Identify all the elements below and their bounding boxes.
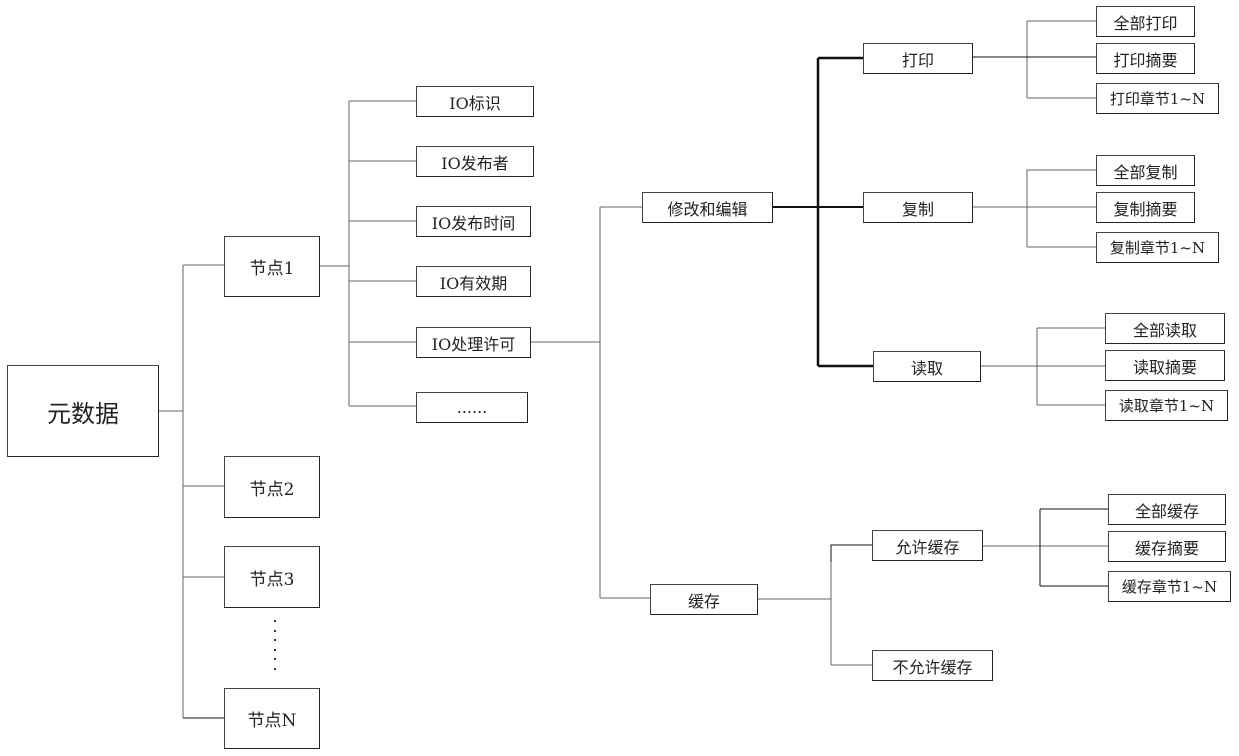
print-all[interactable]: 全部打印 — [1096, 6, 1195, 37]
perm-print[interactable]: 打印 — [863, 43, 973, 74]
root-node-metadata[interactable]: 元数据 — [7, 365, 159, 457]
perm-cache[interactable]: 缓存 — [650, 584, 758, 615]
perm-copy[interactable]: 复制 — [863, 192, 973, 223]
cache-allowed[interactable]: 允许缓存 — [872, 530, 983, 561]
io-identifier[interactable]: IO标识 — [416, 86, 534, 117]
perm-edit[interactable]: 修改和编辑 — [642, 192, 773, 223]
read-summary[interactable]: 读取摘要 — [1105, 350, 1225, 381]
read-all[interactable]: 全部读取 — [1105, 313, 1225, 344]
io-publish-time[interactable]: IO发布时间 — [416, 206, 531, 237]
io-more[interactable]: ...... — [416, 392, 528, 423]
cache-not-allowed[interactable]: 不允许缓存 — [872, 650, 993, 681]
connector-cache-trunk-upper — [830, 544, 872, 562]
node-2[interactable]: 节点2 — [224, 456, 320, 518]
print-chapters[interactable]: 打印章节1~N — [1096, 83, 1219, 114]
cache-all[interactable]: 全部缓存 — [1108, 494, 1226, 525]
copy-summary[interactable]: 复制摘要 — [1096, 192, 1195, 223]
cache-summary[interactable]: 缓存摘要 — [1108, 531, 1226, 562]
perm-read[interactable]: 读取 — [873, 351, 981, 382]
connector-lines — [158, 20, 1108, 719]
io-validity[interactable]: IO有效期 — [416, 266, 531, 297]
print-summary[interactable]: 打印摘要 — [1096, 43, 1195, 74]
io-processing-permission[interactable]: IO处理许可 — [416, 327, 531, 358]
node-ellipsis — [273, 620, 277, 670]
cache-chapters[interactable]: 缓存章节1~N — [1108, 571, 1231, 602]
node-1[interactable]: 节点1 — [224, 236, 320, 297]
node-n[interactable]: 节点N — [224, 688, 320, 749]
copy-chapters[interactable]: 复制章节1~N — [1096, 232, 1219, 263]
copy-all[interactable]: 全部复制 — [1096, 155, 1195, 186]
read-chapters[interactable]: 读取章节1~N — [1105, 390, 1228, 421]
io-publisher[interactable]: IO发布者 — [416, 146, 534, 177]
node-3[interactable]: 节点3 — [224, 546, 320, 608]
